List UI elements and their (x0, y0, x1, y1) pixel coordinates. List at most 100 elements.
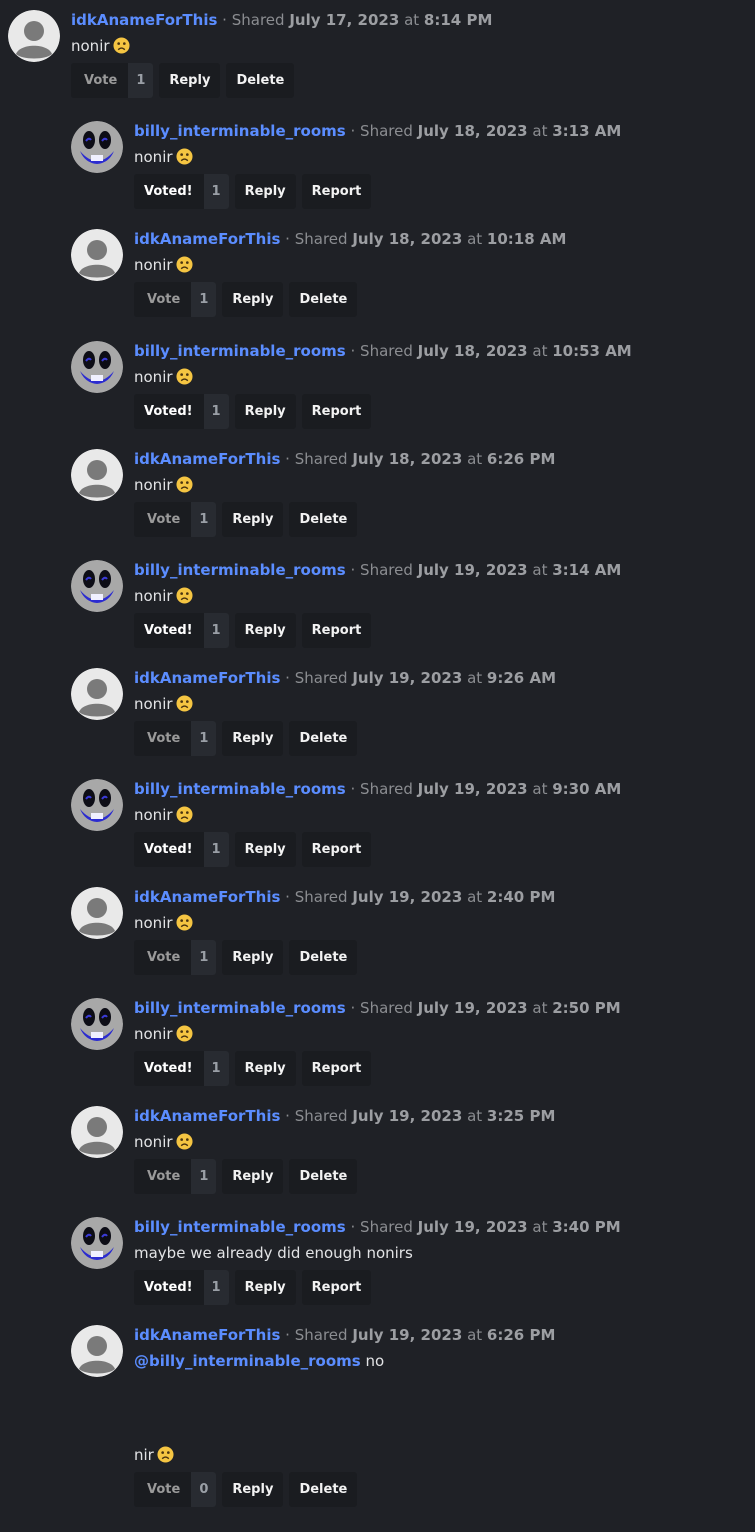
timestamp-time: 10:53 AM (552, 342, 632, 360)
mention-link[interactable]: @billy_interminable_rooms (134, 1352, 361, 1370)
timestamp-time: 6:26 PM (486, 1326, 556, 1344)
timestamp-at: at (532, 122, 548, 140)
voted-button[interactable]: Voted! (134, 174, 204, 209)
report-button[interactable]: Report (301, 832, 372, 867)
voted-button[interactable]: Voted! (134, 394, 204, 429)
frowning-face-emoji (176, 148, 193, 165)
comment-text-content: nonir (134, 256, 173, 274)
avatar[interactable] (71, 1325, 123, 1377)
voted-button[interactable]: Voted! (134, 1051, 204, 1086)
timestamp-time: 3:25 PM (486, 1107, 556, 1125)
vote-count: 1 (203, 174, 229, 209)
separator: · (285, 1107, 290, 1125)
vote-group: Voted! 1 (134, 394, 229, 429)
avatar[interactable] (71, 998, 123, 1050)
report-button[interactable]: Report (301, 613, 372, 648)
comment-text: nonir (134, 694, 556, 714)
avatar[interactable] (71, 229, 123, 281)
author-link[interactable]: billy_interminable_rooms (134, 342, 346, 360)
comment-text: maybe we already did enough nonirs (134, 1243, 621, 1263)
reply-button[interactable]: Reply (234, 394, 296, 429)
comment-body: idkAnameForThis · Shared July 19, 2023 a… (134, 1106, 555, 1194)
vote-button[interactable]: Vote (134, 1159, 192, 1194)
author-link[interactable]: billy_interminable_rooms (134, 999, 346, 1017)
comment-text: nonir (134, 147, 621, 167)
vote-button[interactable]: Vote (134, 502, 192, 537)
avatar[interactable] (8, 10, 60, 62)
author-link[interactable]: idkAnameForThis (134, 1326, 280, 1344)
author-link[interactable]: idkAnameForThis (134, 1107, 280, 1125)
comment-text-content: nonir (134, 476, 173, 494)
vote-count: 1 (203, 1051, 229, 1086)
reply-button[interactable]: Reply (222, 1472, 284, 1507)
delete-button[interactable]: Delete (226, 63, 295, 98)
timestamp-at: at (404, 11, 420, 29)
comment-text-content: nonir (134, 1025, 173, 1043)
author-link[interactable]: idkAnameForThis (71, 11, 217, 29)
reply-button[interactable]: Reply (234, 832, 296, 867)
timestamp-date: July 18, 2023 (352, 230, 463, 248)
reply-button[interactable]: Reply (222, 1159, 284, 1194)
reply-button[interactable]: Reply (222, 721, 284, 756)
timestamp-time: 8:14 PM (423, 11, 493, 29)
reply-button[interactable]: Reply (159, 63, 221, 98)
voted-button[interactable]: Voted! (134, 832, 204, 867)
author-link[interactable]: billy_interminable_rooms (134, 1218, 346, 1236)
shared-label: Shared (360, 122, 413, 140)
author-link[interactable]: idkAnameForThis (134, 230, 280, 248)
reply-button[interactable]: Reply (234, 1051, 296, 1086)
timestamp-time: 2:50 PM (552, 999, 621, 1017)
vote-count: 1 (191, 940, 217, 975)
report-button[interactable]: Report (301, 1270, 372, 1305)
reply-button[interactable]: Reply (234, 1270, 296, 1305)
vote-count: 1 (191, 502, 217, 537)
avatar[interactable] (71, 1106, 123, 1158)
comment-header: idkAnameForThis · Shared July 19, 2023 a… (134, 1106, 555, 1126)
vote-group: Vote 1 (134, 721, 217, 756)
reply-button[interactable]: Reply (222, 502, 284, 537)
vote-button[interactable]: Vote (134, 1472, 192, 1507)
reply-button[interactable]: Reply (222, 940, 284, 975)
delete-button[interactable]: Delete (289, 1159, 358, 1194)
report-button[interactable]: Report (301, 394, 372, 429)
author-link[interactable]: billy_interminable_rooms (134, 122, 346, 140)
avatar[interactable] (71, 668, 123, 720)
author-link[interactable]: billy_interminable_rooms (134, 780, 346, 798)
author-link[interactable]: billy_interminable_rooms (134, 561, 346, 579)
vote-group: Voted! 1 (134, 1051, 229, 1086)
report-button[interactable]: Report (301, 174, 372, 209)
reply-button[interactable]: Reply (234, 613, 296, 648)
report-button[interactable]: Report (301, 1051, 372, 1086)
avatar[interactable] (71, 341, 123, 393)
avatar[interactable] (71, 121, 123, 173)
vote-button[interactable]: Vote (134, 721, 192, 756)
comment-body: idkAnameForThis · Shared July 19, 2023 a… (134, 668, 556, 756)
author-link[interactable]: idkAnameForThis (134, 450, 280, 468)
delete-button[interactable]: Delete (289, 1472, 358, 1507)
vote-button[interactable]: Vote (71, 63, 129, 98)
voted-button[interactable]: Voted! (134, 1270, 204, 1305)
shared-label: Shared (294, 888, 348, 906)
delete-button[interactable]: Delete (289, 282, 358, 317)
author-link[interactable]: idkAnameForThis (134, 669, 280, 687)
delete-button[interactable]: Delete (289, 721, 358, 756)
frowning-face-emoji (176, 1133, 193, 1150)
vote-button[interactable]: Vote (134, 282, 192, 317)
delete-button[interactable]: Delete (289, 502, 358, 537)
avatar[interactable] (71, 449, 123, 501)
reply-button[interactable]: Reply (222, 282, 284, 317)
avatar[interactable] (71, 1217, 123, 1269)
voted-button[interactable]: Voted! (134, 613, 204, 648)
reply-button[interactable]: Reply (234, 174, 296, 209)
vote-button[interactable]: Vote (134, 940, 192, 975)
avatar[interactable] (71, 887, 123, 939)
avatar[interactable] (71, 779, 123, 831)
author-link[interactable]: idkAnameForThis (134, 888, 280, 906)
comment-header: idkAnameForThis · Shared July 18, 2023 a… (134, 449, 555, 469)
avatar[interactable] (71, 560, 123, 612)
comment-text: nonir (71, 36, 492, 56)
comment-header: idkAnameForThis · Shared July 17, 2023 a… (71, 10, 492, 30)
delete-button[interactable]: Delete (289, 940, 358, 975)
comment-text-content: nonir (134, 1133, 173, 1151)
shared-label: Shared (231, 11, 285, 29)
